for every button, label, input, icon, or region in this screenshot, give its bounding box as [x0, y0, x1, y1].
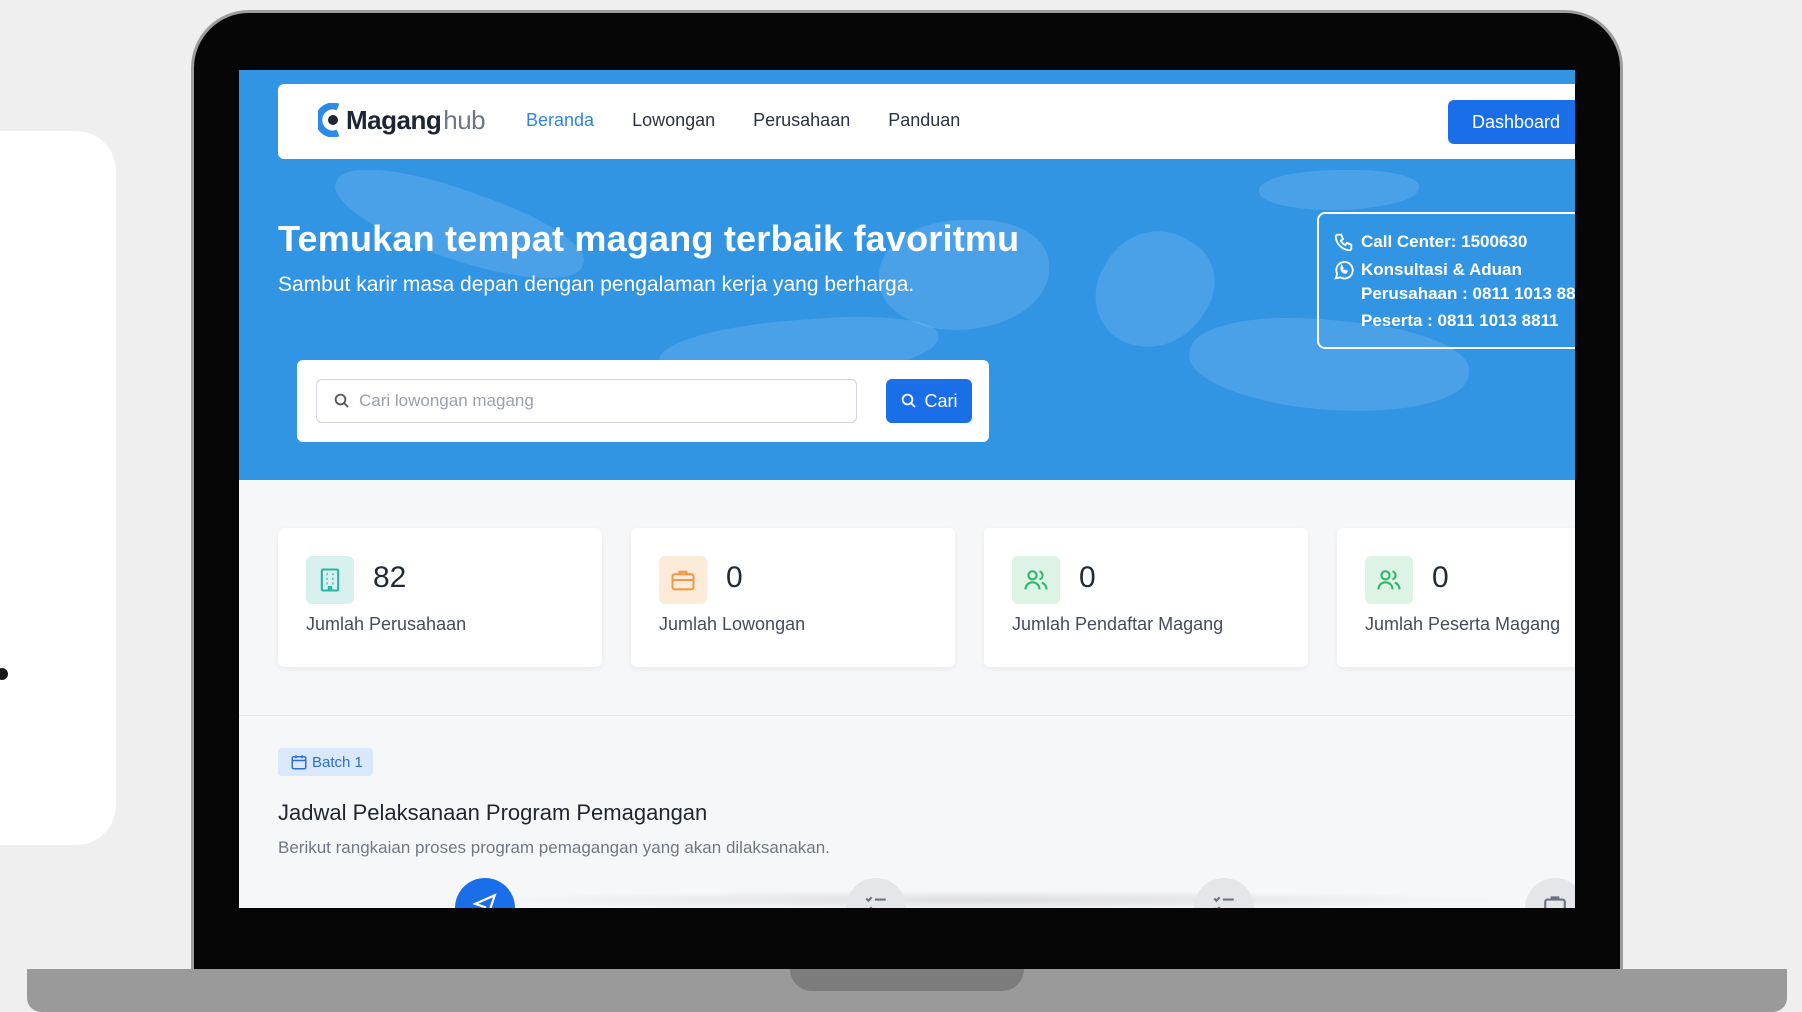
timeline-track [469, 890, 1509, 908]
schedule-title: Jadwal Pelaksanaan Program Pemagangan [278, 800, 708, 825]
stat-card-participants: 0 Jumlah Peserta Magang [1337, 528, 1575, 667]
stats-row: 82 Jumlah Perusahaan 0 Jumlah Lowongan 0… [278, 528, 1575, 667]
map-island [1259, 170, 1419, 210]
stat-card-companies: 82 Jumlah Perusahaan [278, 528, 602, 667]
logo-text: Magang [346, 104, 442, 135]
schedule-subtitle: Berikut rangkaian proses program pemagan… [278, 838, 830, 857]
timeline-step-active[interactable] [455, 878, 515, 908]
stat-value: 82 [373, 561, 407, 594]
building-icon [306, 556, 354, 604]
dashboard-button[interactable]: Dashboard [1448, 100, 1575, 144]
users-icon [1012, 556, 1060, 604]
checklist-icon [865, 896, 886, 908]
search-button-label: Cari [924, 390, 958, 411]
batch-label: Batch 1 [312, 753, 363, 771]
logo-mark-icon [315, 102, 344, 138]
timeline-step[interactable] [846, 878, 906, 908]
whatsapp-icon [1334, 261, 1354, 280]
nav-links: Beranda Lowongan Perusahaan Panduan [526, 110, 960, 131]
stat-label: Jumlah Lowongan [659, 614, 806, 634]
search-icon [902, 393, 917, 408]
search-icon [334, 393, 349, 408]
stat-value: 0 [1079, 561, 1096, 594]
logo[interactable]: Magang hub [315, 100, 486, 140]
batch-badge: Batch 1 [278, 748, 373, 776]
stat-card-vacancies: 0 Jumlah Lowongan [631, 528, 955, 667]
search-button[interactable]: Cari [886, 379, 972, 423]
navbar: Magang hub Beranda Lowongan Perusahaan P… [278, 84, 1575, 159]
send-icon [472, 893, 497, 908]
nav-link-beranda[interactable]: Beranda [526, 110, 594, 131]
stat-value: 0 [726, 561, 743, 594]
laptop-screen: Magang hub Beranda Lowongan Perusahaan P… [239, 70, 1575, 908]
checklist-icon [1213, 896, 1234, 908]
nav-link-lowongan[interactable]: Lowongan [632, 110, 715, 131]
section-divider [239, 715, 1575, 716]
consult-row[interactable]: Konsultasi & Aduan [1333, 256, 1575, 284]
call-center-text: Call Center: 1500630 [1361, 232, 1528, 251]
stat-card-applicants: 0 Jumlah Pendaftar Magang [984, 528, 1308, 667]
hero-title: Temukan tempat magang terbaik favoritmu [278, 218, 1020, 259]
nav-link-panduan[interactable]: Panduan [888, 110, 960, 131]
briefcase-icon [1544, 896, 1566, 908]
phone-icon [1334, 233, 1353, 252]
users-icon [1365, 556, 1413, 604]
consult-text: Konsultasi & Aduan [1361, 260, 1522, 279]
stat-label: Jumlah Pendaftar Magang [1012, 614, 1224, 634]
stat-label: Jumlah Peserta Magang [1365, 614, 1561, 634]
search-card: Cari [297, 360, 989, 442]
call-center-row[interactable]: Call Center: 1500630 [1333, 228, 1575, 256]
search-input[interactable] [359, 391, 839, 411]
laptop-notch [790, 969, 1024, 991]
logo-text-light: hub [443, 104, 486, 135]
search-field[interactable] [316, 379, 857, 423]
nav-link-perusahaan[interactable]: Perusahaan [753, 110, 850, 131]
stat-value: 0 [1432, 561, 1449, 594]
company-contact: Perusahaan : 0811 1013 8811 [1361, 284, 1575, 303]
timeline-step[interactable] [1525, 878, 1575, 908]
side-card [0, 131, 116, 845]
stat-label: Jumlah Perusahaan [306, 614, 467, 634]
participant-contact: Peserta : 0811 1013 8811 [1361, 311, 1559, 330]
hero-subtitle: Sambut karir masa depan dengan pengalama… [278, 273, 915, 296]
briefcase-icon [659, 556, 707, 604]
hero-section: Magang hub Beranda Lowongan Perusahaan P… [239, 70, 1575, 480]
timeline-step[interactable] [1194, 878, 1254, 908]
contact-box: Call Center: 1500630 Konsultasi & Aduan … [1317, 212, 1575, 349]
calendar-icon [291, 755, 307, 770]
